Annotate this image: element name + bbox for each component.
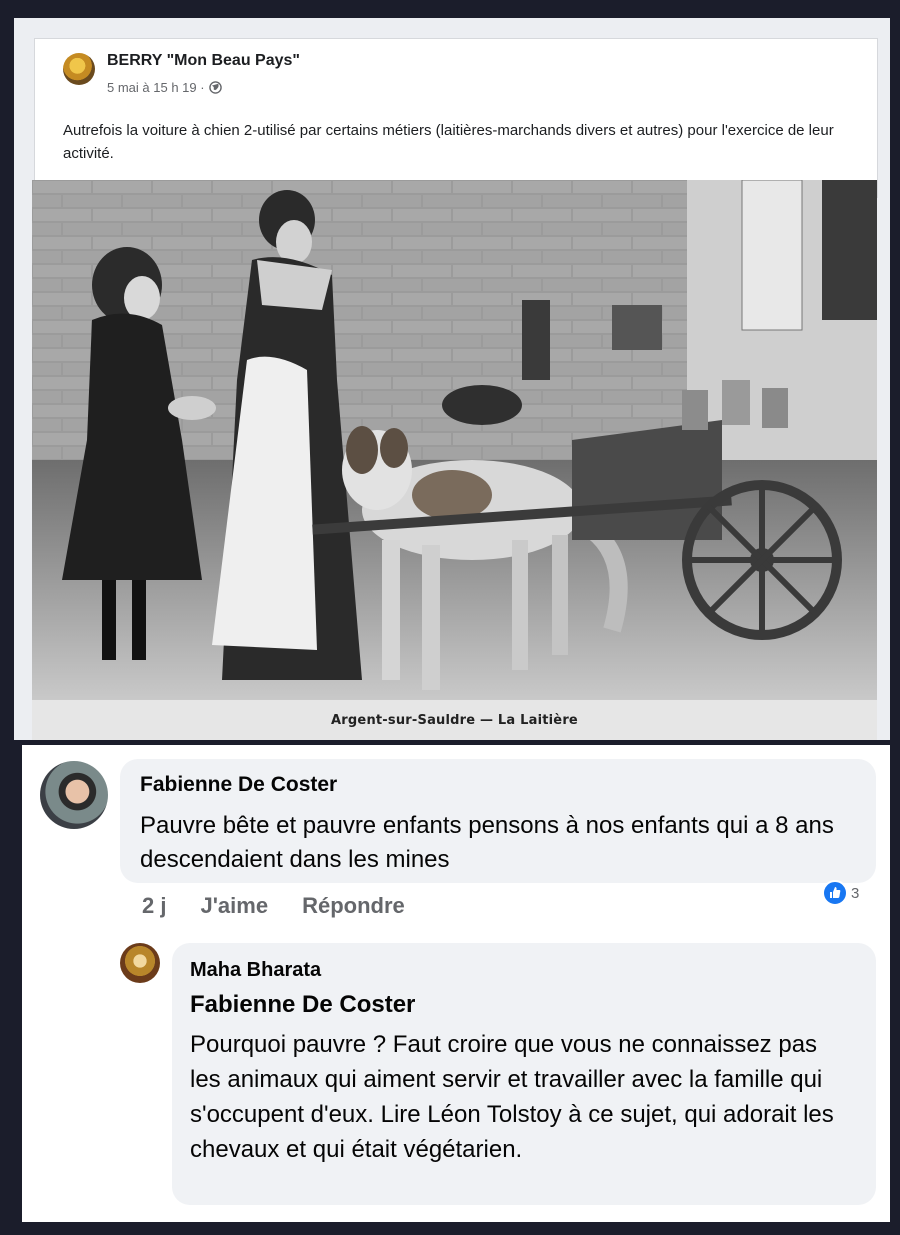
- comment-time[interactable]: 2 j: [142, 893, 166, 919]
- reply-button[interactable]: Répondre: [302, 893, 405, 919]
- reaction-count[interactable]: 3: [822, 880, 859, 906]
- post-text: Autrefois la voiture à chien 2-utilisé p…: [63, 122, 834, 162]
- globe-icon: [208, 81, 222, 94]
- reply-mention[interactable]: Fabienne De Coster: [190, 991, 415, 1019]
- comment-author[interactable]: Fabienne De Coster: [140, 773, 337, 797]
- reply-avatar[interactable]: [120, 943, 160, 983]
- reply-author[interactable]: Maha Bharata: [190, 959, 321, 982]
- post-photo[interactable]: Argent-sur-Sauldre — La Laitière: [32, 180, 877, 740]
- post-timestamp[interactable]: 5 mai à 15 h 19 ·: [107, 80, 222, 95]
- like-icon: [822, 880, 848, 906]
- photo-caption: Argent-sur-Sauldre — La Laitière: [331, 713, 578, 728]
- comment-bubble: Fabienne De Coster Pauvre bête et pauvre…: [120, 759, 876, 883]
- comment-text: Pauvre bête et pauvre enfants pensons à …: [140, 812, 834, 873]
- post-header-card: BERRY "Mon Beau Pays" 5 mai à 15 h 19 · …: [34, 38, 878, 198]
- reply-text: Pourquoi pauvre ? Faut croire que vous n…: [190, 1031, 834, 1163]
- page-avatar[interactable]: [63, 53, 95, 85]
- reply-bubble: Maha Bharata Fabienne De Coster Pourquoi…: [172, 943, 876, 1205]
- post-author[interactable]: BERRY "Mon Beau Pays": [107, 52, 300, 70]
- like-button[interactable]: J'aime: [200, 893, 268, 919]
- comment-actions: 2 j J'aime Répondre: [142, 893, 405, 919]
- commenter-avatar[interactable]: [40, 761, 108, 829]
- post-frame: BERRY "Mon Beau Pays" 5 mai à 15 h 19 · …: [14, 18, 890, 740]
- comments-section: Fabienne De Coster Pauvre bête et pauvre…: [22, 745, 890, 1222]
- reaction-number: 3: [851, 884, 860, 902]
- post-date[interactable]: 5 mai à 15 h 19 ·: [107, 80, 205, 95]
- photo-illustration: [32, 180, 877, 740]
